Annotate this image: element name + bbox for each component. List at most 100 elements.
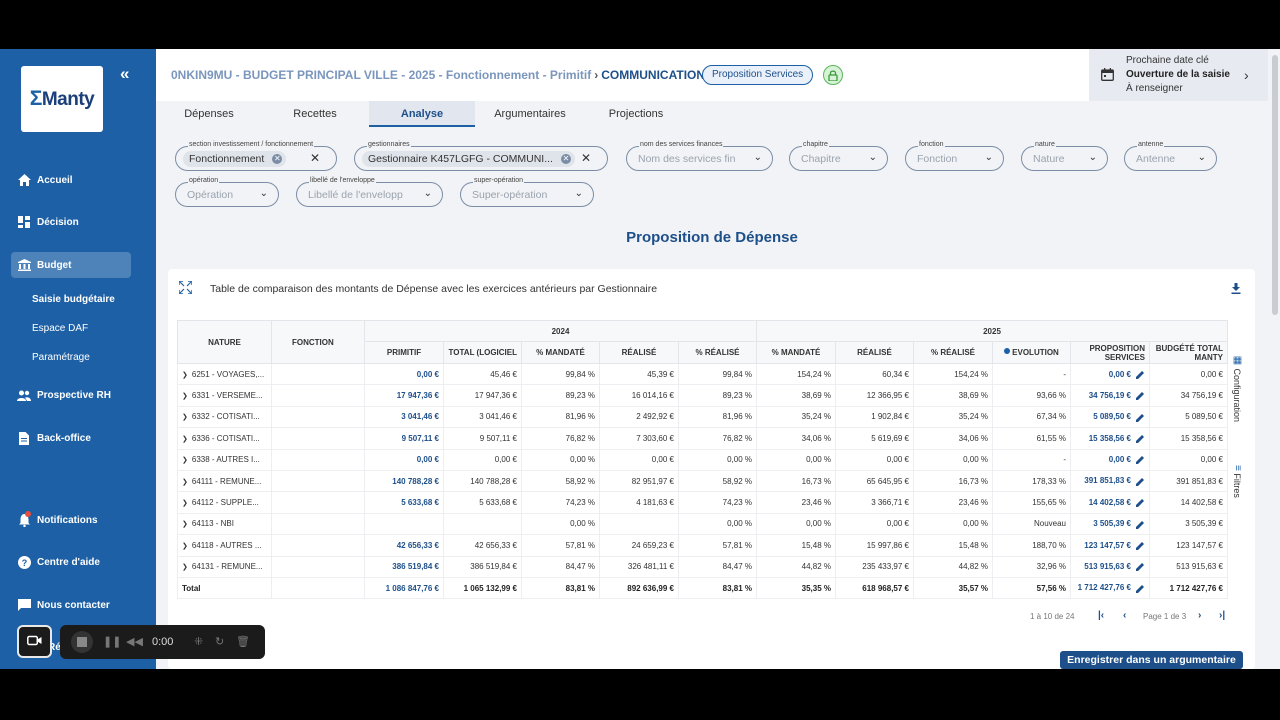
nav-item-accueil[interactable]: Accueil (11, 167, 131, 193)
antenne-filter[interactable]: antenne Antenne ⌄ (1124, 141, 1217, 171)
expand-row-icon[interactable]: ❯ (182, 543, 188, 550)
edit-icon[interactable] (1131, 562, 1145, 572)
col-header-primitif[interactable]: PRIMITIF (364, 341, 444, 364)
tab-argumentaires[interactable]: Argumentaires (475, 101, 585, 127)
next-page-icon[interactable]: › (1198, 610, 1201, 621)
col-header-pct-realise-2024[interactable]: % RÉALISÉ (678, 341, 757, 364)
nav-item-prospective-rh[interactable]: Prospective RH (11, 382, 131, 408)
proposition-cell[interactable]: 3 505,39 € (1070, 512, 1150, 536)
edit-icon[interactable] (1131, 391, 1145, 401)
proposition-cell[interactable]: 0,00 € (1070, 362, 1150, 386)
tab-analyse[interactable]: Analyse (369, 101, 475, 127)
operation-filter[interactable]: opération Opération ⌄ (175, 177, 279, 207)
rewind-icon[interactable]: ◀◀ (126, 635, 143, 648)
restart-icon[interactable]: ↻ (215, 635, 224, 648)
next-key-date[interactable]: Prochaine date clé Ouverture de la saisi… (1089, 49, 1268, 101)
prev-page-icon[interactable]: ‹ (1123, 610, 1126, 621)
stop-recording-button[interactable] (71, 631, 93, 653)
expand-row-icon[interactable]: ❯ (182, 414, 188, 421)
table-row[interactable]: ❯ 6251 - VOYAGES,... 0,00 €45,46 €99,84 % 4… (177, 362, 1228, 386)
section-filter[interactable]: section investissement / fonctionnement … (175, 141, 337, 171)
col-header-total-logiciel[interactable]: TOTAL (LOGICIEL (443, 341, 522, 364)
proposition-cell[interactable]: 123 147,57 € (1070, 534, 1150, 557)
col-header-evolution[interactable]: EVOLUTION (992, 341, 1071, 364)
logo[interactable]: ΣManty (21, 66, 103, 132)
proposition-cell[interactable]: 513 915,63 € (1070, 555, 1150, 578)
nav-item-decision[interactable]: Décision (11, 209, 131, 235)
super-operation-filter[interactable]: super-opération Super-opération ⌄ (460, 177, 594, 207)
camera-toggle-button[interactable] (17, 625, 52, 658)
scrollbar-thumb[interactable] (1272, 55, 1278, 315)
expand-row-icon[interactable]: ❯ (182, 372, 188, 379)
clear-icon[interactable]: ✕ (581, 151, 591, 165)
chip-remove-icon[interactable]: ✕ (560, 154, 571, 164)
col-header-proposition[interactable]: PROPOSITION SERVICES (1070, 341, 1150, 364)
breadcrumb-path[interactable]: 0NKIN9MU - BUDGET PRINCIPAL VILLE - 2025… (171, 68, 591, 82)
tab-projections[interactable]: Projections (586, 101, 686, 127)
col-header-pct-mandate-2024[interactable]: % MANDATÉ (521, 341, 600, 364)
table-row[interactable]: ❯ 64112 - SUPPLE... 5 633,68 €5 633,68 €74… (177, 491, 1228, 514)
edit-icon[interactable] (1131, 476, 1145, 486)
edit-icon[interactable] (1131, 583, 1145, 593)
gestionnaires-filter[interactable]: gestionnaires Gestionnaire K457LGFG - CO… (354, 141, 608, 171)
edit-icon[interactable] (1131, 434, 1145, 444)
first-page-icon[interactable]: |‹ (1098, 610, 1104, 621)
enveloppe-filter[interactable]: libellé de l'enveloppe Libellé de l'enve… (296, 177, 443, 207)
expand-row-icon[interactable]: ❯ (182, 564, 188, 571)
proposition-cell[interactable]: 14 402,58 € (1070, 491, 1150, 514)
col-header-realise-2025[interactable]: RÉALISÉ (835, 341, 914, 364)
expand-row-icon[interactable]: ❯ (182, 436, 188, 443)
page-scrollbar[interactable] (1270, 49, 1280, 669)
last-page-icon[interactable]: ›| (1219, 610, 1225, 621)
chapitre-filter[interactable]: chapitre Chapitre ⌄ (789, 141, 888, 171)
lock-icon[interactable] (823, 65, 843, 85)
download-icon[interactable] (1231, 281, 1241, 299)
expand-row-icon[interactable]: ❯ (182, 500, 188, 507)
col-header-pct-mandate-2025[interactable]: % MANDATÉ (756, 341, 836, 364)
edit-icon[interactable] (1131, 370, 1145, 379)
fonction-filter[interactable]: fonction Fonction ⌄ (905, 141, 1004, 171)
nav-item-budget[interactable]: Budget (11, 252, 131, 278)
col-header-budgete[interactable]: BUDGÉTÉ TOTAL MANTY (1149, 341, 1228, 364)
services-filter[interactable]: nom des services finances Nom des servic… (626, 141, 773, 171)
pause-icon[interactable]: ❚❚ (103, 635, 121, 648)
trash-icon[interactable]: 🗑 (236, 635, 250, 648)
table-row[interactable]: ❯ 6336 - COTISATI... 9 507,11 €9 507,11 €7… (177, 427, 1228, 450)
nav-item-nous-contacter[interactable]: Nous contacter (11, 592, 131, 618)
proposition-cell[interactable]: 391 851,83 € (1070, 469, 1150, 493)
tab-depenses[interactable]: Dépenses (156, 101, 262, 127)
proposition-cell[interactable]: 5 089,50 € (1070, 405, 1150, 429)
chip-remove-icon[interactable]: ✕ (272, 154, 283, 164)
table-row[interactable]: ❯ 6332 - COTISATI... 3 041,46 €3 041,46 €8… (177, 405, 1228, 429)
edit-icon[interactable] (1131, 455, 1145, 465)
table-row[interactable]: ❯ 64111 - REMUNE... 140 788,28 €140 788,28… (177, 469, 1228, 493)
expand-row-icon[interactable]: ❯ (182, 457, 188, 464)
table-row[interactable]: ❯ 64118 - AUTRES ... 42 656,33 €42 656,33 … (177, 534, 1228, 557)
subnav-parametrage[interactable]: Paramétrage (32, 352, 90, 363)
expand-row-icon[interactable]: ❯ (182, 479, 188, 486)
filters-panel-toggle[interactable]: ≡ Filtres (1232, 465, 1243, 498)
col-header-fonction[interactable]: FONCTION (271, 320, 365, 364)
col-header-nature[interactable]: NATURE (177, 320, 272, 364)
edit-icon[interactable] (1131, 498, 1145, 508)
grid-icon[interactable]: ⁜ (194, 635, 203, 648)
col-header-pct-realise-2025[interactable]: % RÉALISÉ (913, 341, 993, 364)
save-to-argumentaire-button[interactable]: Enregistrer dans un argumentaire (1060, 651, 1243, 669)
expand-row-icon[interactable]: ❯ (182, 521, 188, 528)
nav-item-centre-aide[interactable]: ? Centre d'aide (11, 549, 131, 575)
subnav-saisie-budgetaire[interactable]: Saisie budgétaire (32, 294, 115, 305)
proposition-cell[interactable]: 15 358,56 € (1070, 427, 1150, 450)
expand-row-icon[interactable]: ❯ (182, 393, 188, 400)
nature-filter[interactable]: nature Nature ⌄ (1021, 141, 1108, 171)
table-row[interactable]: ❯ 6338 - AUTRES I... 0,00 €0,00 €0,00 % 0,0… (177, 448, 1228, 471)
tab-recettes[interactable]: Recettes (262, 101, 368, 127)
proposition-cell[interactable]: 34 756,19 € (1070, 384, 1150, 407)
clear-icon[interactable]: ✕ (310, 151, 320, 165)
col-header-realise-2024[interactable]: RÉALISÉ (599, 341, 679, 364)
configuration-panel-toggle[interactable]: ▦ Configuration (1232, 355, 1243, 422)
table-row[interactable]: ❯ 64113 - NBI 0,00 % 0,00 % 0,00 % 0,00 €0,00… (177, 512, 1228, 536)
table-row[interactable]: ❯ 64131 - REMUNE... 386 519,84 €386 519,84… (177, 555, 1228, 578)
edit-icon[interactable] (1131, 519, 1145, 529)
subnav-espace-daf[interactable]: Espace DAF (32, 323, 88, 334)
fullscreen-icon[interactable] (178, 280, 193, 297)
